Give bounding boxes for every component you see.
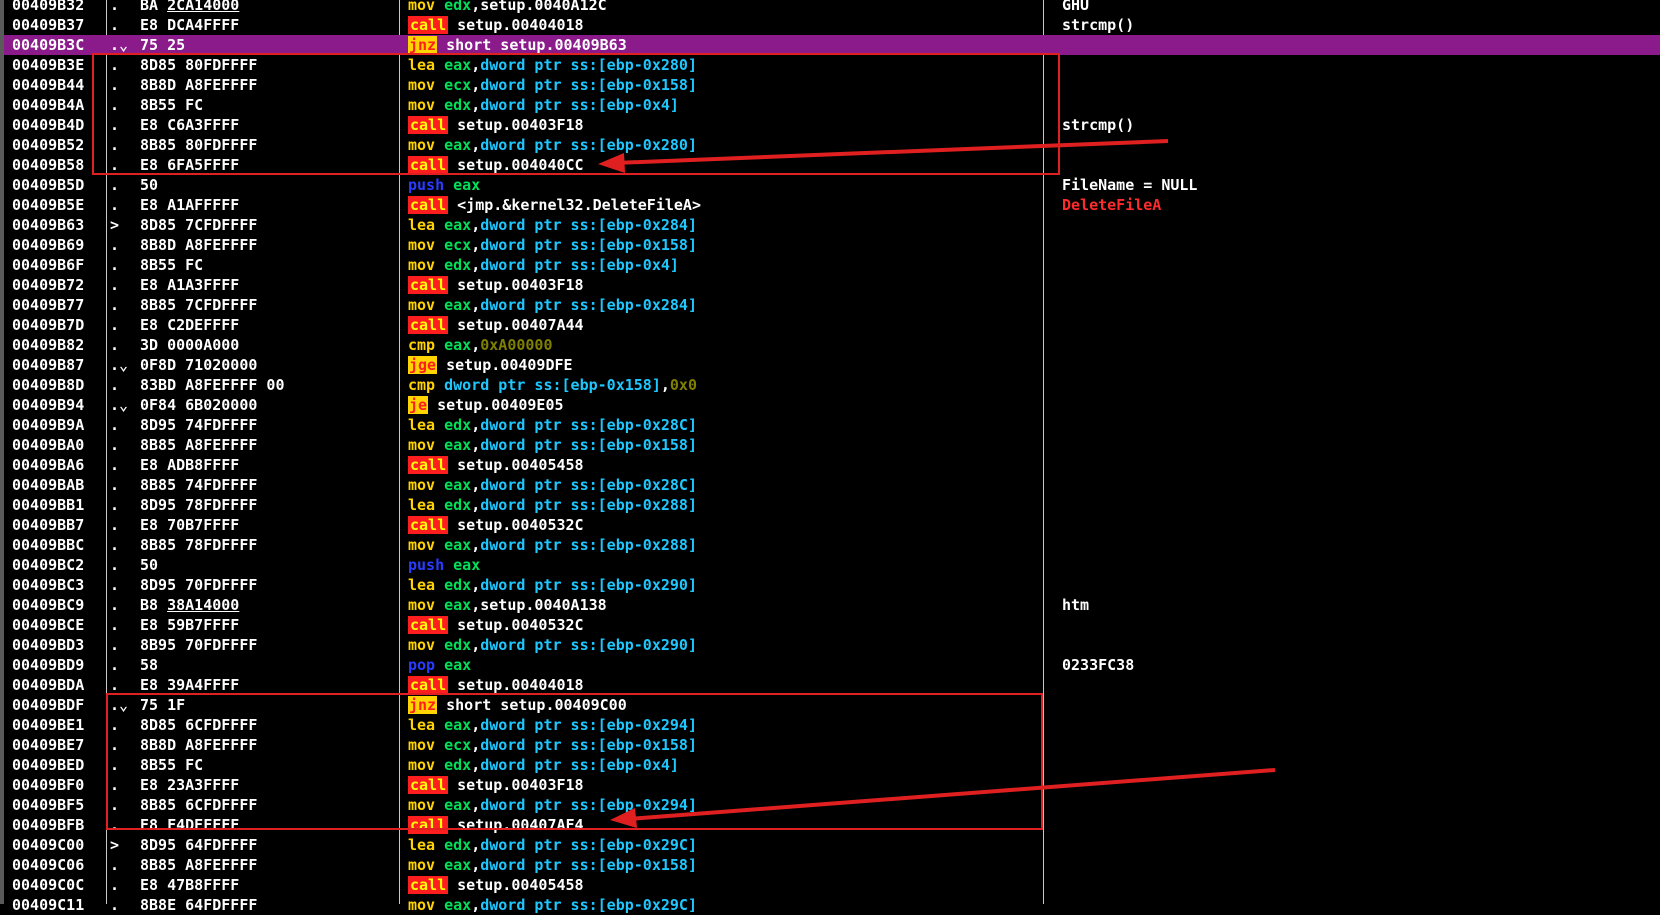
arrow-line [614, 139, 1169, 165]
disassembly-view[interactable]: 00409B32. BA 2CA14000 mov edx,setup.0040A1… [0, 0, 1660, 914]
arrow-head [598, 153, 625, 173]
arrow-head [610, 808, 637, 828]
arrow-line [627, 768, 1276, 821]
annotation-arrows [598, 139, 1276, 828]
